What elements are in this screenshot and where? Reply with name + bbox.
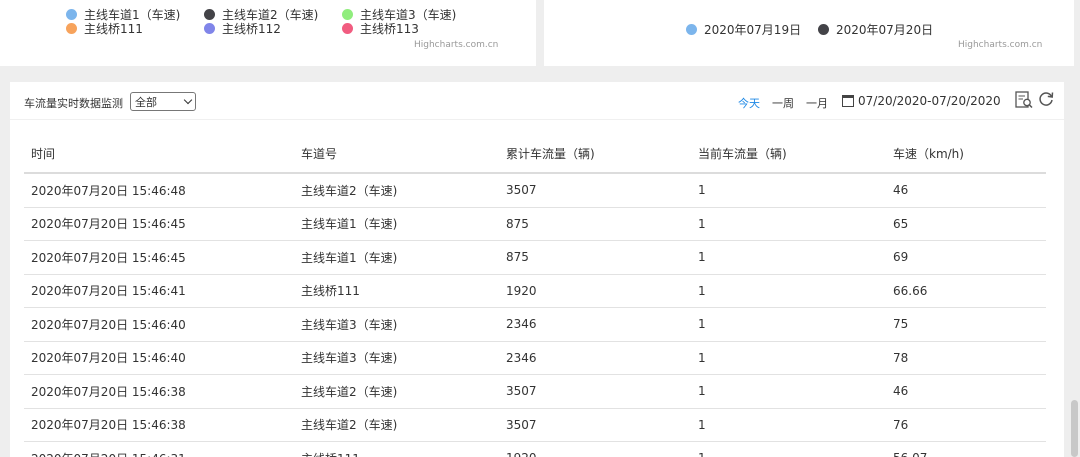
cell-total-flow: 875 [506,250,529,265]
panel-title: 车流量实时数据监测 [24,97,123,110]
cell-total-flow: 3507 [506,384,537,399]
cell-lane: 主线桥111 [294,450,499,457]
cell-time: 2020年07月20日 15:46:31 [24,450,294,457]
table-row[interactable]: 2020年07月20日 15:46:48 主线车道2（车速) 3507 1 46 [24,174,1046,208]
cell-speed: 76 [893,417,909,432]
cell-lane: 主线车道1（车速) [301,250,398,265]
table-row[interactable]: 2020年07月20日 15:46:45 主线车道1（车速) 875 1 69 [24,241,1046,275]
traffic-realtime-panel: 车流量实时数据监测 全部 今天 一周 一月 07/20/2020-07/20/2… [10,82,1064,457]
chart-credits[interactable]: Highcharts.com.cn [958,40,1042,50]
cell-total-flow: 2346 [506,317,537,332]
cell-current-flow: 1 [698,283,706,298]
cell-lane: 主线车道2（车速) [301,384,398,399]
header-total-flow[interactable]: 累计车流量（辆) [499,145,691,162]
range-month[interactable]: 一月 [806,95,828,111]
cell-lane: 主线车道2（车速) [301,183,398,198]
cell-time: 2020年07月20日 15:46:45 [31,217,186,232]
cell-speed: 75 [893,317,909,332]
cell-lane: 主线桥111 [301,284,360,299]
cell-total-flow: 1920 [506,283,537,298]
table-row[interactable]: 2020年07月20日 15:46:40 主线车道3（车速) 2346 1 78 [24,342,1046,375]
cell-current-flow: 1 [698,216,706,231]
table-header-row: 时间 车道号 累计车流量（辆) 当前车流量（辆) 车速（km/h) [24,134,1046,174]
cell-lane: 主线车道2（车速) [301,418,398,433]
chart-credits[interactable]: Highcharts.com.cn [414,40,498,50]
cell-current-flow: 1 [698,350,706,365]
cell-speed: 46 [893,384,909,399]
legend-dot-icon [66,9,77,20]
cell-lane: 主线车道3（车速) [301,351,398,366]
cell-speed: 56.07 [886,451,1046,457]
cell-lane: 主线车道1（车速) [301,217,398,232]
legend-item-bridge111[interactable]: 主线桥111 [66,20,143,37]
lane-filter-select[interactable]: 全部 [130,92,196,111]
cell-speed: 46 [893,183,909,198]
header-speed[interactable]: 车速（km/h) [886,145,1046,162]
header-lane[interactable]: 车道号 [294,145,499,162]
traffic-data-table: 时间 车道号 累计车流量（辆) 当前车流量（辆) 车速（km/h) 2020年0… [24,134,1046,457]
legend-dot-icon [686,24,697,35]
table-row[interactable]: 2020年07月20日 15:46:41 主线桥111 1920 1 66.66 [24,275,1046,308]
legend-item-jul19[interactable]: 2020年07月19日 [686,21,801,38]
range-today[interactable]: 今天 [738,95,760,111]
table-row[interactable]: 2020年07月20日 15:46:45 主线车道1（车速) 875 1 65 [24,208,1046,241]
cell-current-flow: 1 [698,417,706,432]
legend-dot-icon [818,24,829,35]
panel-toolbar: 车流量实时数据监测 全部 今天 一周 一月 07/20/2020-07/20/2… [10,82,1064,120]
cell-time: 2020年07月20日 15:46:38 [31,384,186,399]
cell-total-flow: 3507 [506,183,537,198]
legend-dot-icon [66,23,77,34]
legend-item-bridge112[interactable]: 主线桥112 [204,20,281,37]
search-report-icon[interactable] [1014,90,1034,110]
cell-time: 2020年07月20日 15:46:40 [31,317,186,332]
table-row[interactable]: 2020年07月20日 15:46:40 主线车道3（车速) 2346 1 75 [24,308,1046,342]
date-range-picker[interactable]: 07/20/2020-07/20/2020 [842,94,1001,108]
page-scrollbar[interactable] [1071,400,1078,457]
cell-speed: 69 [893,250,909,265]
lane-filter-value: 全部 [135,95,157,109]
cell-time: 2020年07月20日 15:46:48 [31,183,186,198]
range-week[interactable]: 一周 [772,95,794,111]
cell-time: 2020年07月20日 15:46:40 [31,351,186,366]
cell-current-flow: 1 [691,451,886,457]
date-range-text: 07/20/2020-07/20/2020 [858,94,1001,108]
refresh-icon[interactable] [1037,90,1055,108]
legend-item-jul20[interactable]: 2020年07月20日 [818,21,933,38]
table-row[interactable]: 2020年07月20日 15:46:38 主线车道2（车速) 3507 1 46 [24,375,1046,409]
calendar-icon [842,95,854,107]
chevron-down-icon [183,95,193,105]
cell-speed: 66.66 [893,283,928,298]
cell-current-flow: 1 [698,183,706,198]
cell-current-flow: 1 [698,317,706,332]
cell-total-flow: 1920 [499,451,691,457]
lane-speed-chart-card: 主线车道1（车速) 主线车道2（车速) 主线车道3（车速) 主线桥111 主线桥… [0,0,536,66]
cell-current-flow: 1 [698,384,706,399]
legend-dot-icon [342,9,353,20]
table-body: 2020年07月20日 15:46:48 主线车道2（车速) 3507 1 46 2020… [24,174,1046,457]
cell-time: 2020年07月20日 15:46:41 [31,284,186,299]
cell-lane: 主线车道3（车速) [301,317,398,332]
cell-total-flow: 875 [506,216,529,231]
cell-total-flow: 3507 [506,417,537,432]
cell-current-flow: 1 [698,250,706,265]
header-time[interactable]: 时间 [24,145,294,162]
cell-speed: 78 [893,350,909,365]
cell-time: 2020年07月20日 15:46:45 [31,250,186,265]
legend-dot-icon [204,23,215,34]
table-row[interactable]: 2020年07月20日 15:46:38 主线车道2（车速) 3507 1 76 [24,409,1046,442]
cell-time: 2020年07月20日 15:46:38 [31,418,186,433]
cell-total-flow: 2346 [506,350,537,365]
header-current-flow[interactable]: 当前车流量（辆) [691,145,886,162]
cell-speed: 65 [893,216,909,231]
legend-dot-icon [204,9,215,20]
daily-compare-chart-card: 2020年07月19日 2020年07月20日 Highcharts.com.c… [544,0,1074,66]
legend-dot-icon [342,23,353,34]
legend-item-bridge113[interactable]: 主线桥113 [342,20,419,37]
table-row[interactable]: 2020年07月20日 15:46:31主线桥1111920156.07 [24,442,1046,457]
